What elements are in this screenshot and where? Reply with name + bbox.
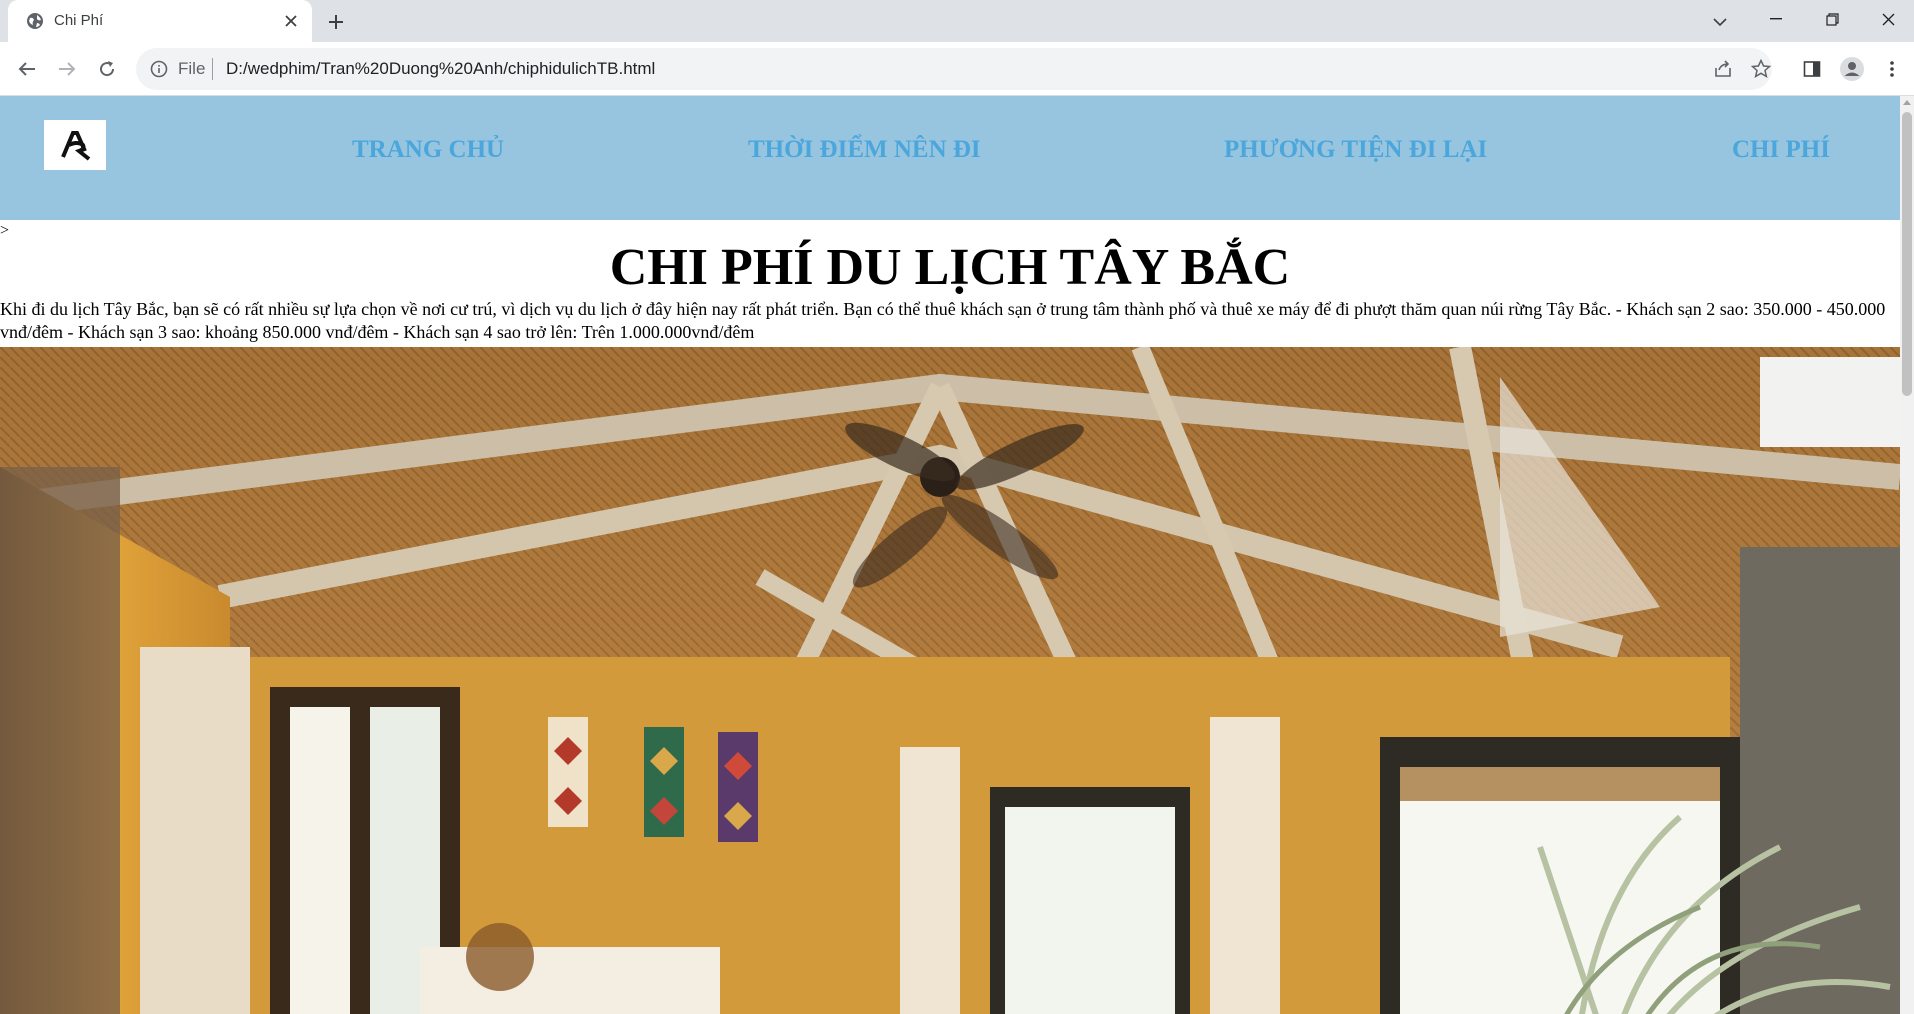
star-icon[interactable] [1750, 58, 1772, 80]
scheme-label: File [178, 59, 206, 78]
scroll-up-icon[interactable] [1903, 100, 1911, 105]
browser-toolbar: File D:/wedphim/Tran%20Duong%20Anh/chiph… [0, 42, 1914, 96]
logo-icon[interactable] [44, 120, 106, 170]
kebab-menu-icon[interactable] [1878, 55, 1906, 83]
profile-icon[interactable] [1838, 55, 1866, 83]
scroll-thumb[interactable] [1902, 112, 1912, 396]
nav-link-cost[interactable]: CHI PHÍ [1732, 136, 1830, 164]
side-panel-icon[interactable] [1798, 55, 1826, 83]
vertical-scrollbar[interactable] [1900, 96, 1914, 1014]
hotel-room-photo [0, 347, 1900, 1014]
info-icon[interactable] [150, 60, 168, 78]
close-icon[interactable] [280, 10, 302, 32]
nav-link-best-time[interactable]: THỜI ĐIỂM NÊN ĐI [748, 136, 981, 164]
window-close-icon[interactable] [1860, 0, 1914, 38]
minimize-icon[interactable] [1748, 0, 1804, 38]
tab-title: Chi Phí [54, 12, 104, 29]
arrow-right-icon[interactable] [51, 53, 83, 85]
globe-icon [26, 12, 44, 30]
arrow-left-icon[interactable] [11, 53, 43, 85]
page-viewport: TRANG CHỦ THỜI ĐIỂM NÊN ĐI PHƯƠNG TIỆN Đ… [0, 96, 1900, 1014]
plus-icon[interactable] [322, 8, 350, 36]
scheme-divider [212, 58, 213, 80]
restore-icon[interactable] [1804, 0, 1860, 38]
share-icon[interactable] [1712, 58, 1734, 80]
page-title: CHI PHÍ DU LỊCH TÂY BẮC [609, 239, 1291, 296]
nav-link-transport[interactable]: PHƯƠNG TIỆN ĐI LẠI [1224, 136, 1487, 164]
reload-icon[interactable] [91, 53, 123, 85]
browser-tab[interactable]: Chi Phí [8, 0, 312, 42]
chevron-down-icon[interactable] [1706, 8, 1734, 36]
address-bar[interactable]: File D:/wedphim/Tran%20Duong%20Anh/chiph… [136, 48, 1772, 90]
url-text[interactable]: D:/wedphim/Tran%20Duong%20Anh/chiphiduli… [226, 59, 655, 79]
tab-strip: Chi Phí [0, 0, 1914, 42]
intro-paragraph: Khi đi du lịch Tây Bắc, bạn sẽ có rất nh… [0, 299, 1886, 342]
nav-link-home[interactable]: TRANG CHỦ [352, 136, 504, 164]
site-header: TRANG CHỦ THỜI ĐIỂM NÊN ĐI PHƯƠNG TIỆN Đ… [0, 96, 1900, 220]
